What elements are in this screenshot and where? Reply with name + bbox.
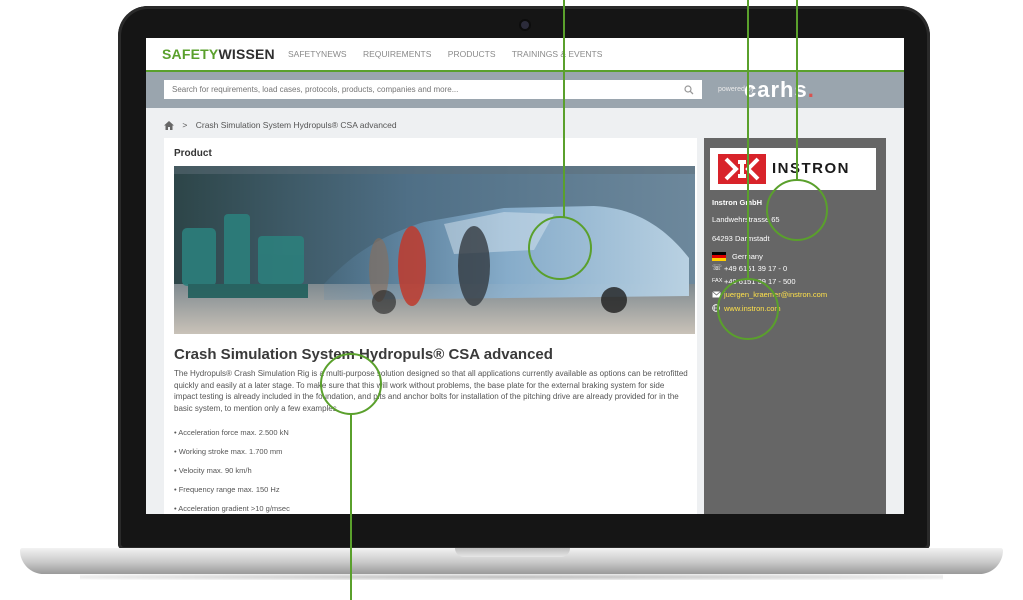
- carhs-logo-text: carhs: [744, 77, 808, 102]
- site-logo[interactable]: SAFETYWISSEN: [162, 46, 275, 62]
- company-email-link[interactable]: juergen_kraemer@instron.com: [724, 290, 827, 299]
- phone-icon: ☏: [712, 263, 723, 272]
- logo-part-wissen: WISSEN: [218, 46, 275, 62]
- product-image: [174, 166, 695, 334]
- company-brand: INSTRON: [772, 160, 850, 177]
- nav-item-safetynews[interactable]: SAFETYNEWS: [288, 49, 347, 59]
- nav-links: SAFETYNEWS REQUIREMENTS PRODUCTS TRAININ…: [288, 49, 616, 59]
- spec-item: • Frequency range max. 150 Hz: [174, 485, 280, 494]
- company-website-link[interactable]: www.instron.com: [724, 304, 781, 313]
- company-city: 64293 Darmstadt: [712, 234, 770, 243]
- home-icon[interactable]: [164, 121, 174, 131]
- logo-part-safety: SAFETY: [162, 46, 219, 62]
- screen: SAFETYWISSEN SAFETYNEWS REQUIREMENTS PRO…: [146, 38, 904, 514]
- company-name: Instron GmbH: [712, 198, 762, 207]
- company-fax: +49 6151 39 17 - 500: [724, 277, 796, 286]
- company-logo[interactable]: INSTRON: [710, 148, 876, 190]
- product-title: Crash Simulation System Hydropuls® CSA a…: [174, 346, 553, 363]
- nav-item-trainings-events[interactable]: TRAININGS & EVENTS: [512, 49, 603, 59]
- camera-icon: [521, 21, 529, 29]
- spec-item: • Acceleration gradient >10 g/msec: [174, 504, 290, 513]
- company-phone[interactable]: +49 6151 39 17 - 0: [724, 264, 787, 273]
- breadcrumb-separator: >: [182, 120, 188, 130]
- spec-item: • Acceleration force max. 2.500 kN: [174, 428, 289, 437]
- fax-label: FAX: [712, 278, 723, 284]
- laptop-notch: [455, 548, 570, 557]
- laptop-shadow: [80, 574, 943, 580]
- spec-item: • Working stroke max. 1.700 mm: [174, 447, 283, 456]
- instron-emblem-icon: [718, 154, 766, 184]
- spec-item: • Velocity max. 90 km/h: [174, 466, 252, 475]
- search-input[interactable]: [164, 80, 702, 99]
- top-nav: SAFETYWISSEN SAFETYNEWS REQUIREMENTS PRO…: [146, 38, 904, 72]
- search-bar: powered by carhs.: [146, 72, 904, 108]
- spec-list: • Acceleration force max. 2.500 kN • Wor…: [174, 428, 290, 514]
- nav-item-requirements[interactable]: REQUIREMENTS: [363, 49, 431, 59]
- mail-icon: [712, 291, 721, 298]
- company-street: Landwehrstrasse 65: [712, 215, 780, 224]
- company-sidebar: INSTRON Instron GmbH Landwehrstrasse 65 …: [704, 138, 886, 514]
- flag-germany-icon: [712, 252, 726, 261]
- section-label: Product: [174, 148, 212, 159]
- company-country: Germany: [732, 252, 763, 261]
- product-content: Product Crash Simulation System Hydropul…: [164, 138, 697, 514]
- breadcrumb-current: Crash Simulation System Hydropuls® CSA a…: [195, 120, 397, 130]
- globe-icon: [712, 304, 720, 312]
- product-description: The Hydropuls® Crash Simulation Rig is a…: [174, 369, 688, 413]
- breadcrumb: > Crash Simulation System Hydropuls® CSA…: [164, 120, 397, 131]
- nav-item-products[interactable]: PRODUCTS: [448, 49, 496, 59]
- search-icon[interactable]: [684, 85, 694, 95]
- carhs-logo-dot: .: [807, 77, 815, 102]
- carhs-logo[interactable]: carhs.: [744, 77, 815, 103]
